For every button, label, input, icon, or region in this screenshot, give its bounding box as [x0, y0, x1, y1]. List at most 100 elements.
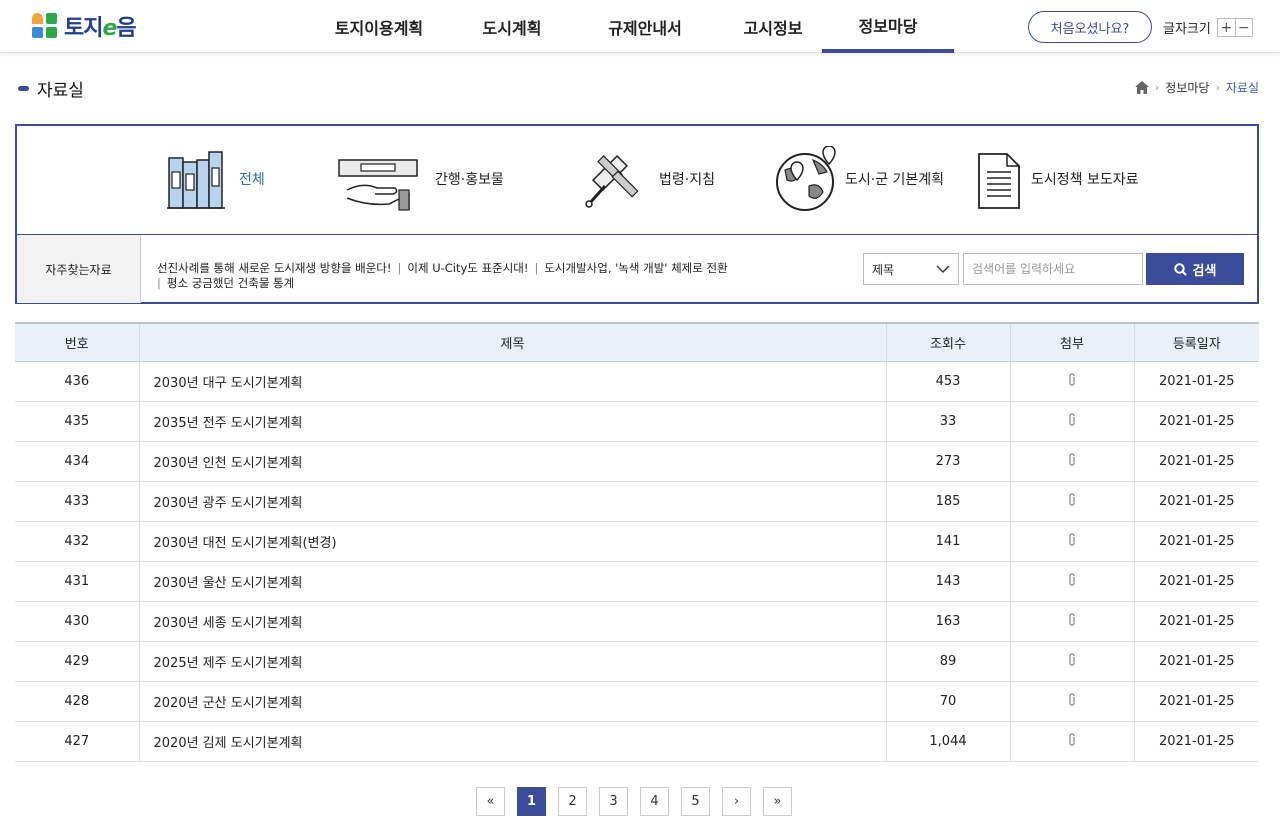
table-row[interactable]: 430 2030년 세종 도시기본계획 163 2021-01-25 — [15, 601, 1259, 642]
row-title[interactable]: 2025년 제주 도시기본계획 — [138, 641, 886, 682]
breadcrumb-info-plaza[interactable]: 정보마당 — [1165, 79, 1209, 96]
row-date: 2021-01-25 — [1133, 601, 1259, 642]
page-2[interactable]: 2 — [558, 787, 587, 816]
category-press-release[interactable]: 도시정책 보도자료 — [977, 146, 1139, 212]
row-attachment — [1009, 601, 1134, 642]
globe-pin-icon — [776, 146, 836, 211]
breadcrumb: › 정보마당 › 자료실 — [1134, 79, 1259, 96]
table-row[interactable]: 435 2035년 전주 도시기본계획 33 2021-01-25 — [15, 401, 1259, 442]
page-1[interactable]: 1 — [517, 787, 546, 816]
frequent-link[interactable]: 평소 궁금했던 건축물 통계 — [167, 276, 294, 290]
page-4[interactable]: 4 — [640, 787, 669, 816]
category-laws[interactable]: 법령·지침 — [583, 146, 715, 212]
site-header: 토지e음 토지이용계획 도시계획 규제안내서 고시정보 정보마당 처음오셨나요?… — [0, 0, 1280, 53]
table-row[interactable]: 436 2030년 대구 도시기본계획 453 2021-01-25 — [15, 361, 1259, 402]
paperclip-icon[interactable] — [1068, 612, 1076, 629]
table-row[interactable]: 429 2025년 제주 도시기본계획 89 2021-01-25 — [15, 641, 1259, 682]
row-date: 2021-01-25 — [1133, 401, 1259, 442]
paperclip-icon[interactable] — [1068, 732, 1076, 749]
row-number: 431 — [15, 561, 139, 602]
page-5[interactable]: 5 — [681, 787, 710, 816]
row-number: 435 — [15, 401, 139, 442]
table-header-row: 번호 제목 조회수 첨부 등록일자 — [15, 322, 1259, 362]
site-logo[interactable]: 토지e음 — [32, 12, 137, 41]
category-basic-plan[interactable]: 도시·군 기본계획 — [773, 146, 944, 212]
nav-notice-info[interactable]: 고시정보 — [724, 0, 822, 53]
table-row[interactable]: 433 2030년 광주 도시기본계획 185 2021-01-25 — [15, 481, 1259, 522]
paperclip-icon[interactable] — [1068, 692, 1076, 709]
chevron-right-icon: › — [1215, 81, 1220, 94]
frequent-links: 선진사례를 통해 새로운 도시재생 방향을 배운다! | 이제 U-City도 표준… — [157, 261, 728, 290]
nav-regulation-guide[interactable]: 규제안내서 — [566, 0, 724, 53]
row-title[interactable]: 2030년 인천 도시기본계획 — [138, 441, 886, 482]
row-views: 185 — [885, 481, 1010, 522]
nav-urban-plan[interactable]: 도시계획 — [458, 0, 566, 53]
row-title[interactable]: 2030년 대전 도시기본계획(변경) — [138, 521, 886, 562]
category-box: 전체 간행·홍보물 법령·지침 도시·군 기본계획 도시정책 보도자료 자주찾는… — [15, 124, 1259, 304]
page-3[interactable]: 3 — [599, 787, 628, 816]
chevron-down-icon — [936, 265, 950, 273]
category-label: 간행·홍보물 — [435, 172, 504, 188]
row-views: 143 — [885, 561, 1010, 602]
first-page-button[interactable]: « — [476, 787, 505, 816]
search-input[interactable] — [963, 253, 1143, 285]
breadcrumb-current[interactable]: 자료실 — [1226, 79, 1259, 96]
last-page-button[interactable]: » — [763, 787, 792, 816]
search-button[interactable]: 검색 — [1146, 253, 1244, 285]
row-number: 430 — [15, 601, 139, 642]
row-views: 89 — [885, 641, 1010, 682]
table-row[interactable]: 432 2030년 대전 도시기본계획(변경) 141 2021-01-25 — [15, 521, 1259, 562]
row-title[interactable]: 2020년 김제 도시기본계획 — [138, 721, 886, 762]
font-decrease-button[interactable]: − — [1234, 19, 1252, 36]
row-date: 2021-01-25 — [1133, 521, 1259, 562]
paperclip-icon[interactable] — [1068, 652, 1076, 669]
col-number: 번호 — [15, 322, 139, 362]
row-number: 429 — [15, 641, 139, 682]
row-views: 141 — [885, 521, 1010, 562]
frequent-link[interactable]: 도시개발사업, '녹색 개발' 체제로 전환 — [544, 261, 727, 275]
main-nav: 토지이용계획 도시계획 규제안내서 고시정보 정보마당 — [300, 0, 954, 53]
search-icon — [1173, 262, 1187, 276]
table-row[interactable]: 428 2020년 군산 도시기본계획 70 2021-01-25 — [15, 681, 1259, 722]
font-increase-button[interactable]: + — [1218, 19, 1235, 36]
col-attachment: 첨부 — [1009, 322, 1134, 362]
first-visit-button[interactable]: 처음오셨나요? — [1028, 11, 1152, 43]
category-all[interactable]: 전체 — [167, 146, 265, 212]
table-row[interactable]: 434 2030년 인천 도시기본계획 273 2021-01-25 — [15, 441, 1259, 482]
frequent-link[interactable]: 선진사례를 통해 새로운 도시재생 방향을 배운다! — [157, 261, 392, 275]
chevron-right-icon: › — [1154, 81, 1160, 94]
logo-text: 토지e음 — [64, 16, 137, 41]
paperclip-icon[interactable] — [1068, 532, 1076, 549]
row-title[interactable]: 2030년 대구 도시기본계획 — [138, 361, 886, 402]
paperclip-icon[interactable] — [1068, 492, 1076, 509]
page-title: 자료실 — [37, 81, 84, 101]
nav-info-plaza[interactable]: 정보마당 — [822, 0, 954, 53]
row-date: 2021-01-25 — [1133, 361, 1259, 402]
paperclip-icon[interactable] — [1068, 412, 1076, 429]
paperclip-icon[interactable] — [1068, 452, 1076, 469]
nav-land-use-plan[interactable]: 토지이용계획 — [300, 0, 458, 53]
row-views: 273 — [885, 441, 1010, 482]
row-attachment — [1009, 481, 1134, 522]
col-date: 등록일자 — [1133, 322, 1259, 362]
row-title[interactable]: 2030년 광주 도시기본계획 — [138, 481, 886, 522]
category-publications[interactable]: 간행·홍보물 — [337, 146, 504, 212]
row-title[interactable]: 2030년 울산 도시기본계획 — [138, 561, 886, 602]
search-field-select[interactable]: 제목 — [863, 253, 959, 285]
row-title[interactable]: 2030년 세종 도시기본계획 — [138, 601, 886, 642]
row-date: 2021-01-25 — [1133, 641, 1259, 682]
col-title: 제목 — [138, 322, 886, 362]
paperclip-icon[interactable] — [1068, 572, 1076, 589]
row-attachment — [1009, 721, 1134, 762]
frequent-search-bar: 자주찾는자료 선진사례를 통해 새로운 도시재생 방향을 배운다! | 이제 U-C… — [17, 234, 1257, 304]
table-row[interactable]: 427 2020년 김제 도시기본계획 1,044 2021-01-25 — [15, 721, 1259, 762]
row-title[interactable]: 2035년 전주 도시기본계획 — [138, 401, 886, 442]
row-views: 1,044 — [885, 721, 1010, 762]
paperclip-icon[interactable] — [1068, 372, 1076, 389]
home-icon[interactable] — [1134, 81, 1149, 94]
table-row[interactable]: 431 2030년 울산 도시기본계획 143 2021-01-25 — [15, 561, 1259, 602]
row-title[interactable]: 2020년 군산 도시기본계획 — [138, 681, 886, 722]
next-page-button[interactable]: › — [722, 787, 751, 816]
gavel-icon — [585, 154, 639, 208]
frequent-link[interactable]: 이제 U-City도 표준시대! — [407, 261, 528, 275]
